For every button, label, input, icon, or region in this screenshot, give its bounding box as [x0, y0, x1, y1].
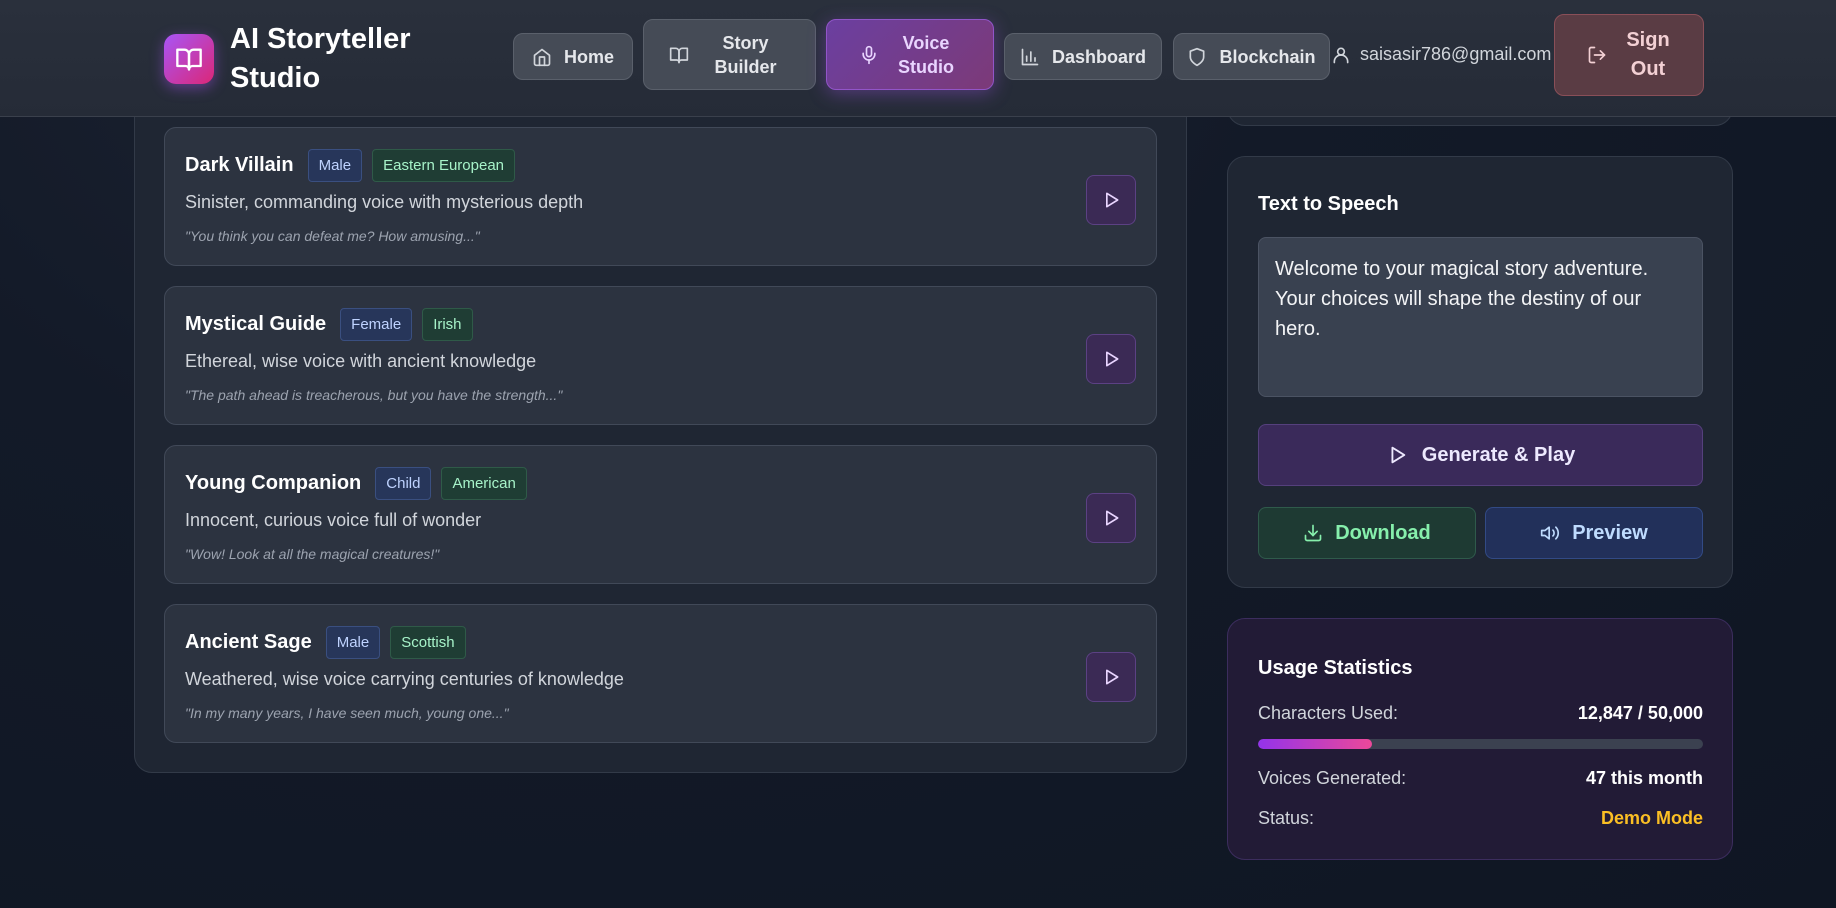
characters-progress-fill: [1258, 739, 1373, 749]
sign-out-label: Sign Out: [1626, 29, 1670, 80]
voice-card-dark-villain[interactable]: Dark Villain Male Eastern European Sinis…: [164, 127, 1157, 266]
book-open-icon: [164, 34, 214, 84]
play-icon: [1106, 351, 1119, 367]
generate-play-label: Generate & Play: [1421, 443, 1576, 466]
log-out-icon: [1588, 46, 1606, 64]
play-icon: [1391, 446, 1406, 464]
book-open-icon: [669, 47, 688, 63]
nav-home-button[interactable]: Home: [513, 33, 633, 80]
voice-card-mystical-guide[interactable]: Mystical Guide Female Irish Ethereal, wi…: [164, 286, 1157, 425]
voice-sample-quote: "Wow! Look at all the magical creatures!…: [185, 546, 440, 562]
play-icon: [1106, 192, 1119, 208]
characters-progress-bar: [1258, 739, 1703, 749]
shield-icon: [1189, 47, 1205, 66]
voice-accent-tag: Irish: [422, 308, 473, 341]
brand[interactable]: AI Storyteller Studio: [164, 20, 430, 98]
bar-chart-icon: [1021, 48, 1039, 65]
voice-gender-tag: Male: [325, 626, 381, 659]
tts-text-input[interactable]: Welcome to your magical story adventure.…: [1258, 237, 1703, 397]
play-sample-button[interactable]: [1086, 652, 1136, 702]
voice-gender-tag: Female: [340, 308, 413, 341]
nav-story-builder-button[interactable]: Story Builder: [643, 19, 816, 90]
stats-title: Usage Statistics: [1258, 657, 1413, 679]
user-info: saisasir786@gmail.com: [1331, 44, 1551, 65]
download-button[interactable]: Download: [1258, 507, 1476, 559]
voice-card-young-companion[interactable]: Young Companion Child American Innocent,…: [164, 445, 1157, 584]
voice-sample-quote: "The path ahead is treacherous, but you …: [185, 387, 563, 403]
nav-dashboard-label: Dashboard: [1051, 46, 1147, 67]
voice-name: Ancient Sage: [185, 631, 312, 653]
brand-title: AI Storyteller Studio: [230, 23, 411, 94]
voices-generated-label: Voices Generated:: [1258, 768, 1407, 788]
voice-card-ancient-sage[interactable]: Ancient Sage Male Scottish Weathered, wi…: [164, 604, 1157, 743]
characters-used-row: Characters Used: 12,847 / 50,000: [1258, 703, 1703, 724]
text-to-speech-panel: Text to Speech Welcome to your magical s…: [1227, 156, 1733, 588]
top-navbar: AI Storyteller Studio Home Story Builder…: [0, 0, 1836, 117]
voice-description: Weathered, wise voice carrying centuries…: [185, 669, 624, 689]
voices-generated-row: Voices Generated: 47 this month: [1258, 768, 1703, 789]
voice-sample-quote: "You think you can defeat me? How amusin…: [185, 228, 480, 244]
voice-name: Mystical Guide: [185, 313, 327, 335]
user-email: saisasir786@gmail.com: [1360, 44, 1552, 64]
nav-blockchain-label: Blockchain: [1219, 46, 1316, 67]
voice-sample-quote: "In my many years, I have seen much, you…: [185, 705, 509, 721]
preview-button[interactable]: Preview: [1485, 507, 1703, 559]
status-row: Status: Demo Mode: [1258, 808, 1703, 829]
play-icon: [1106, 669, 1119, 685]
nav-voice-studio-button[interactable]: Voice Studio: [826, 19, 994, 90]
user-icon: [1333, 47, 1349, 63]
voice-accent-tag: American: [441, 467, 527, 500]
nav-home-label: Home: [563, 46, 614, 67]
voice-name: Young Companion: [185, 472, 362, 494]
nav-story-builder-label: Story Builder: [714, 32, 777, 77]
preview-label: Preview: [1572, 521, 1648, 544]
voice-description: Innocent, curious voice full of wonder: [185, 510, 482, 530]
voice-gender-tag: Male: [307, 149, 363, 182]
volume-icon: [1541, 526, 1560, 540]
voice-description: Ethereal, wise voice with ancient knowle…: [185, 351, 537, 371]
nav-dashboard-button[interactable]: Dashboard: [1004, 33, 1162, 80]
usage-statistics-panel: Usage Statistics Characters Used: 12,847…: [1227, 618, 1733, 860]
voice-accent-tag: Eastern European: [372, 149, 516, 182]
generate-play-button[interactable]: Generate & Play: [1258, 424, 1703, 486]
home-icon: [533, 48, 551, 66]
tts-title: Text to Speech: [1258, 193, 1399, 215]
voice-name: Dark Villain: [185, 154, 294, 176]
characters-used-label: Characters Used:: [1258, 703, 1399, 723]
download-label: Download: [1335, 521, 1431, 544]
voice-gender-tag: Child: [375, 467, 432, 500]
status-badge: Demo Mode: [1600, 808, 1703, 828]
download-icon: [1304, 524, 1322, 542]
play-sample-button[interactable]: [1086, 175, 1136, 225]
voices-generated-value: 47 this month: [1585, 768, 1703, 788]
play-icon: [1106, 510, 1119, 526]
play-sample-button[interactable]: [1086, 334, 1136, 384]
nav-blockchain-button[interactable]: Blockchain: [1173, 33, 1330, 80]
microphone-icon: [862, 45, 876, 64]
characters-used-value: 12,847 / 50,000: [1577, 703, 1703, 723]
sign-out-button[interactable]: Sign Out: [1554, 14, 1704, 96]
play-sample-button[interactable]: [1086, 493, 1136, 543]
status-label: Status:: [1258, 808, 1315, 828]
nav-voice-studio-label: Voice Studio: [898, 32, 954, 77]
voice-description: Sinister, commanding voice with mysterio…: [185, 192, 584, 212]
voice-accent-tag: Scottish: [390, 626, 466, 659]
